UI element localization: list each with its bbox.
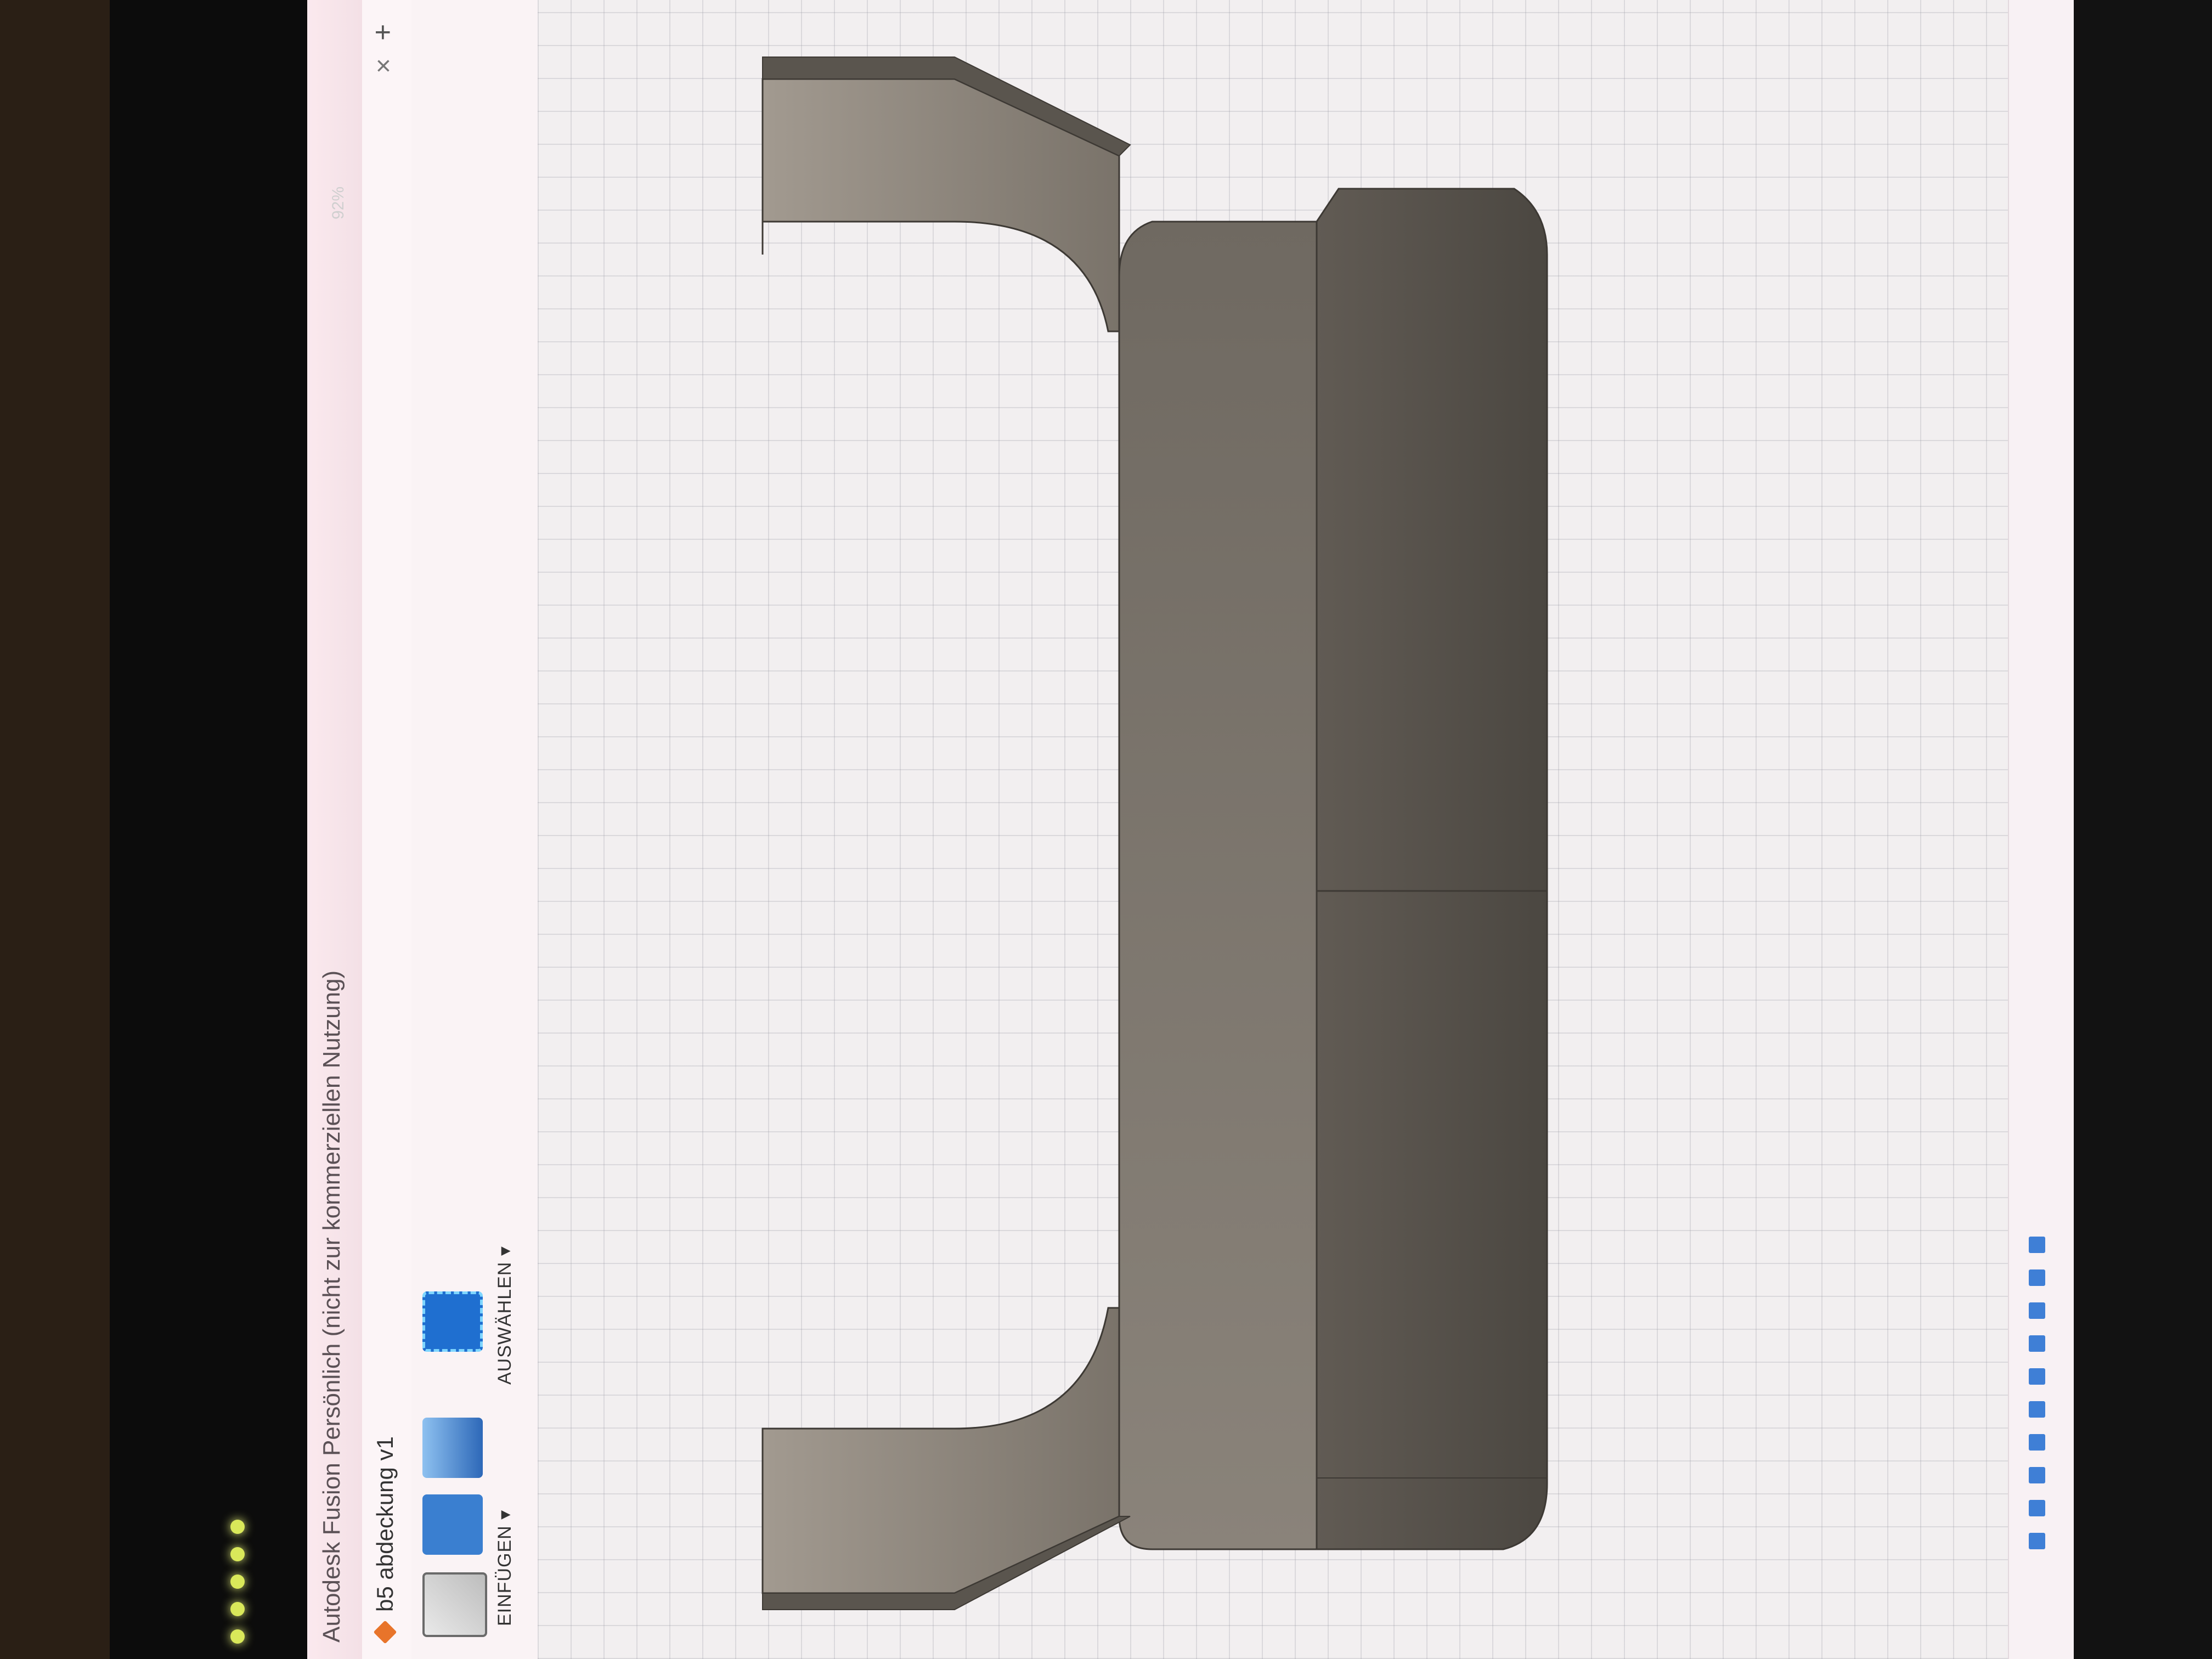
part-body-top <box>1316 188 1548 1550</box>
close-icon[interactable]: × <box>369 58 399 74</box>
indicator-light <box>230 1629 245 1644</box>
title-bar: Autodesk Fusion Persönlich (nicht zur ko… <box>307 0 363 1659</box>
photo-scene: Autodesk Fusion Persönlich (nicht zur ko… <box>0 0 2212 1659</box>
timeline-feature-icon[interactable] <box>2029 1533 2045 1549</box>
tab-label: b5 abdeckung v1 <box>372 1436 398 1612</box>
cube-icon <box>373 1620 397 1644</box>
monitor-bezel-right <box>2074 0 2212 1659</box>
select-menu-label[interactable]: AUSWÄHLEN ▾ <box>494 1246 516 1385</box>
tab-document[interactable]: b5 abdeckung v1 <box>372 1436 398 1644</box>
insert-canvas-icon[interactable] <box>422 1418 483 1478</box>
modeling-canvas[interactable] <box>538 0 2074 1659</box>
document-tab-bar: b5 abdeckung v1 × + <box>362 0 413 1659</box>
fusion-window: Autodesk Fusion Persönlich (nicht zur ko… <box>307 0 2074 1659</box>
insert-mcmaster-icon[interactable] <box>422 1494 483 1555</box>
timeline-feature-icon[interactable] <box>2029 1335 2045 1352</box>
timeline-feature-icon[interactable] <box>2029 1269 2045 1286</box>
indicator-light <box>230 1602 245 1616</box>
part-model[interactable] <box>538 0 2074 1659</box>
insert-menu-label[interactable]: EINFÜGEN ▾ <box>494 1510 516 1626</box>
timeline-feature-icon[interactable] <box>2029 1237 2045 1253</box>
timeline-bar <box>2008 0 2074 1659</box>
timeline-feature-icon[interactable] <box>2029 1401 2045 1418</box>
timeline-feature-icon[interactable] <box>2029 1500 2045 1516</box>
timeline-feature-icon[interactable] <box>2029 1302 2045 1319</box>
indicator-light <box>230 1575 245 1589</box>
battery-status: 92% <box>329 186 347 219</box>
app-title: Autodesk Fusion Persönlich (nicht zur ko… <box>318 970 345 1643</box>
timeline-feature-icon[interactable] <box>2029 1434 2045 1451</box>
plus-icon[interactable]: + <box>366 24 399 41</box>
indicator-light <box>230 1520 245 1534</box>
monitor-bezel-left <box>110 0 307 1659</box>
toolbar: EINFÜGEN ▾ AUSWÄHLEN ▾ <box>411 0 539 1659</box>
select-icon[interactable] <box>422 1291 483 1352</box>
indicator-light <box>230 1547 245 1561</box>
insert-derive-icon[interactable] <box>422 1572 487 1637</box>
timeline-feature-icon[interactable] <box>2029 1368 2045 1385</box>
part-body-front <box>1118 221 1318 1550</box>
timeline-feature-icon[interactable] <box>2029 1467 2045 1483</box>
